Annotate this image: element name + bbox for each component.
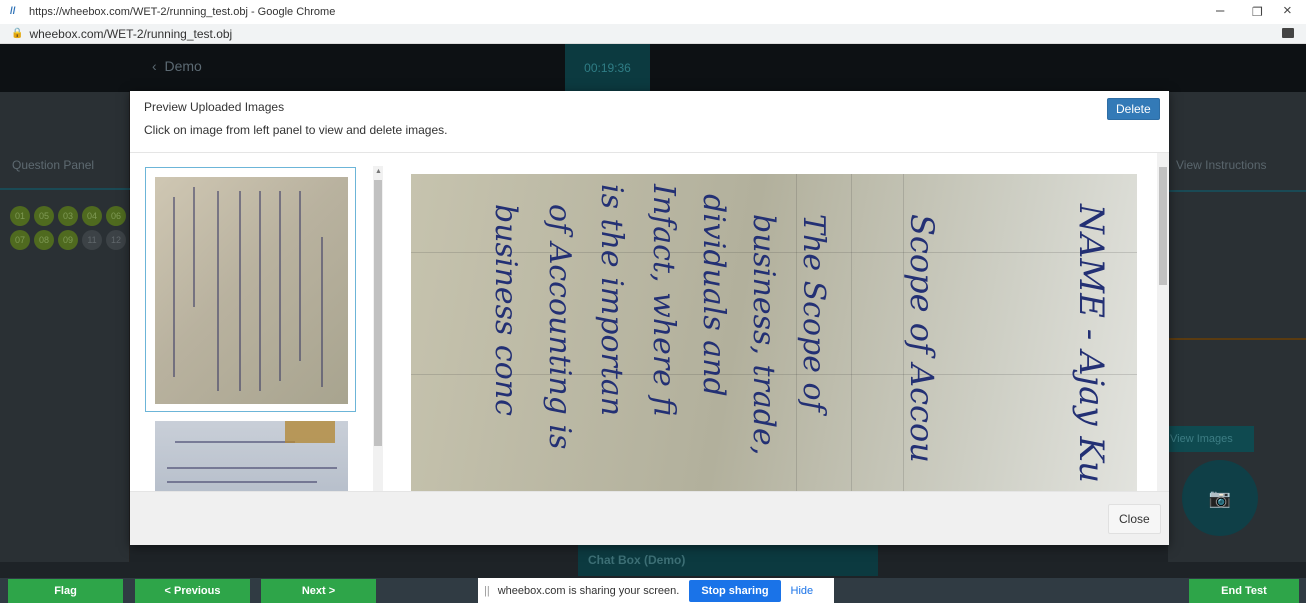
drag-handle-icon[interactable]: || (484, 585, 490, 597)
modal-body: ▲ NAME - Ajay Ku Scope of Accou The Scop… (130, 153, 1169, 491)
window-title: https://wheebox.com/WET-2/running_test.o… (29, 6, 336, 18)
thumbnail-ink (279, 191, 281, 381)
close-window-icon[interactable]: × (1283, 2, 1292, 19)
screen: // https://wheebox.com/WET-2/running_tes… (0, 0, 1306, 603)
thumbnail-ink (167, 481, 317, 483)
paper-grid-line (851, 174, 852, 491)
scrollbar-thumb[interactable] (374, 180, 382, 446)
next-button[interactable]: Next > (261, 579, 376, 603)
pencil-object (285, 421, 335, 443)
browser-titlebar: // https://wheebox.com/WET-2/running_tes… (0, 0, 1306, 24)
preview-image: NAME - Ajay Ku Scope of Accou The Scope … (411, 174, 1137, 491)
stop-sharing-button[interactable]: Stop sharing (689, 579, 781, 602)
thumbnail-list[interactable] (144, 166, 358, 491)
camera-capture-button[interactable]: 📷 (1182, 460, 1258, 536)
close-button[interactable]: Close (1108, 504, 1161, 534)
back-label: Demo (164, 58, 202, 74)
question-button-03[interactable]: 03 (58, 206, 78, 226)
address-url[interactable]: wheebox.com/WET-2/running_test.obj (29, 27, 232, 41)
question-panel-title: Question Panel (12, 158, 95, 172)
camera-icon: 📷 (1208, 488, 1232, 508)
handwriting-line: dividuals and (696, 194, 731, 397)
thumbnail-item-selected[interactable] (145, 167, 356, 412)
delete-button[interactable]: Delete (1107, 98, 1160, 120)
question-button-09[interactable]: 09 (58, 230, 78, 250)
thumbnail-ink (259, 191, 261, 391)
panel-divider (1168, 190, 1306, 192)
view-images-button[interactable]: View Images (1168, 426, 1254, 452)
handwriting-line: Infact, where fi (646, 184, 681, 417)
thumbnail-scrollbar[interactable]: ▲ (373, 166, 383, 491)
address-bar[interactable]: 🔒 wheebox.com/WET-2/running_test.obj (0, 24, 1306, 44)
back-link[interactable]: ‹ Demo (152, 58, 202, 74)
question-button-06[interactable]: 06 (106, 206, 126, 226)
question-button-07[interactable]: 07 (10, 230, 30, 250)
scrollbar-thumb[interactable] (1159, 167, 1167, 285)
thumbnail-ink (173, 197, 175, 377)
preview-scrollbar[interactable] (1157, 153, 1169, 491)
thumbnail-ink (167, 467, 337, 469)
thumbnail-image[interactable] (155, 421, 348, 491)
handwriting-line: NAME - Ajay Ku (1071, 204, 1111, 483)
question-button-12[interactable]: 12 (106, 230, 126, 250)
question-button-11[interactable]: 11 (82, 230, 102, 250)
thumbnail-item[interactable] (145, 420, 356, 491)
test-timer: 00:19:36 (565, 44, 650, 92)
modal-subtitle: Click on image from left panel to view a… (144, 123, 448, 137)
share-message: wheebox.com is sharing your screen. (497, 584, 680, 597)
thumbnail-image[interactable] (155, 177, 348, 404)
previous-button[interactable]: < Previous (135, 579, 250, 603)
top-nav: ‹ Demo 00:19:36 (0, 44, 1306, 92)
view-instructions-tab[interactable]: View Instructions (1176, 158, 1267, 172)
panel-divider (0, 188, 130, 190)
hide-button[interactable]: Hide (791, 585, 814, 597)
site-favicon-icon: // (10, 6, 16, 17)
question-button-05[interactable]: 05 (34, 206, 54, 226)
camera-in-use-icon[interactable] (1282, 28, 1294, 38)
handwriting-line: The Scope of (796, 214, 831, 412)
flag-button[interactable]: Flag (8, 579, 123, 603)
handwriting-line: business, trade, (746, 214, 781, 456)
preview-images-modal: Preview Uploaded Images Click on image f… (130, 91, 1169, 545)
thumbnail-ink (217, 191, 219, 391)
question-grid: 01 05 03 04 06 07 08 09 11 12 (10, 206, 130, 250)
minimize-icon[interactable]: – (1216, 2, 1224, 19)
scroll-up-icon[interactable]: ▲ (375, 168, 382, 175)
modal-title: Preview Uploaded Images (144, 100, 285, 114)
question-panel: Question Panel 01 05 03 04 06 07 08 09 11 12 (0, 92, 130, 562)
handwriting-line: of Accounting is (542, 204, 577, 450)
lock-icon: 🔒 (11, 28, 24, 39)
question-button-01[interactable]: 01 (10, 206, 30, 226)
thumbnail-ink (193, 187, 195, 307)
thumbnail-ink (321, 237, 323, 387)
handwriting-line: Scope of Accou (903, 214, 941, 463)
thumbnail-ink (175, 441, 295, 443)
maximize-icon[interactable]: ❐ (1252, 5, 1263, 19)
end-test-button[interactable]: End Test (1189, 579, 1299, 603)
thumbnail-ink (299, 191, 301, 361)
panel-divider (1168, 338, 1306, 340)
handwriting-line: business conc (488, 204, 523, 416)
question-button-08[interactable]: 08 (34, 230, 54, 250)
thumbnail-ink (239, 191, 241, 391)
screen-share-bar: || wheebox.com is sharing your screen. S… (478, 578, 834, 603)
modal-footer: Close (130, 491, 1169, 545)
modal-header: Preview Uploaded Images Click on image f… (130, 91, 1169, 153)
chat-box-header[interactable]: Chat Box (Demo) (578, 544, 878, 576)
question-button-04[interactable]: 04 (82, 206, 102, 226)
handwriting-line: is the importan (594, 184, 629, 417)
